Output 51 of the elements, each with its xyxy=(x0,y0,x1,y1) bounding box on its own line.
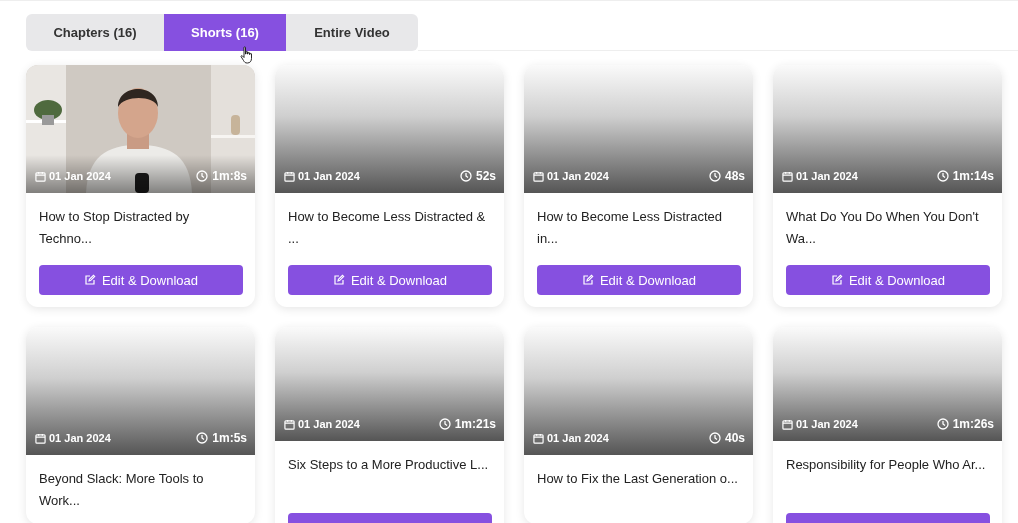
clock-icon xyxy=(708,432,721,444)
calendar-icon xyxy=(284,170,295,182)
date-label: 01 Jan 2024 xyxy=(49,432,111,444)
date-label: 01 Jan 2024 xyxy=(547,432,609,444)
duration-label: 1m:8s xyxy=(212,169,247,183)
calendar-icon xyxy=(782,418,793,430)
calendar-icon xyxy=(782,170,793,182)
video-title: Six Steps to a More Productive L... xyxy=(288,456,490,474)
calendar-icon xyxy=(35,432,46,444)
edit-download-button[interactable]: Edit & Download xyxy=(786,265,990,295)
date-label: 01 Jan 2024 xyxy=(796,170,858,182)
tab[interactable]: Entire Video xyxy=(286,14,418,51)
video-title: How to Become Less Distracted in... xyxy=(537,208,723,248)
video-title: Responsibility for People Who Ar... xyxy=(786,456,987,474)
date-label: 01 Jan 2024 xyxy=(796,418,858,430)
clock-icon xyxy=(438,418,451,430)
edit-download-button[interactable]: Edit & Download xyxy=(39,265,243,295)
date-label: 01 Jan 2024 xyxy=(298,418,360,430)
edit-icon xyxy=(581,274,594,286)
calendar-icon xyxy=(533,170,544,182)
calendar-icon xyxy=(284,418,295,430)
date-label: 01 Jan 2024 xyxy=(49,170,111,182)
clock-icon xyxy=(708,170,721,182)
hand-cursor-icon xyxy=(240,46,254,64)
video-title: How to Become Less Distracted & ... xyxy=(288,208,487,248)
duration-label: 52s xyxy=(475,169,496,183)
duration-label: 1m:14s xyxy=(952,169,994,183)
clock-icon xyxy=(459,170,472,182)
video-title: Beyond Slack: More Tools to Work... xyxy=(39,470,205,510)
video-title: How to Stop Distracted by Techno... xyxy=(39,208,191,248)
duration-label: 40s xyxy=(724,431,745,445)
edit-icon xyxy=(332,274,345,286)
edit-download-button[interactable]: Edit & Download xyxy=(537,265,741,295)
duration-label: 48s xyxy=(724,169,745,183)
date-label: 01 Jan 2024 xyxy=(298,170,360,182)
clock-icon xyxy=(936,170,949,182)
clock-icon xyxy=(936,418,949,430)
duration-label: 1m:21s xyxy=(454,417,496,431)
clock-icon xyxy=(196,170,209,182)
edit-icon xyxy=(83,274,96,286)
duration-label: 1m:5s xyxy=(212,431,247,445)
calendar-icon xyxy=(533,432,544,444)
video-title: How to Fix the Last Generation o... xyxy=(537,470,739,488)
tab[interactable]: Chapters (16) xyxy=(26,14,164,51)
edit-download-button[interactable]: Edit & Download xyxy=(288,265,492,295)
edit-icon xyxy=(830,274,843,286)
clock-icon xyxy=(196,432,209,444)
duration-label: 1m:26s xyxy=(952,417,994,431)
date-label: 01 Jan 2024 xyxy=(547,170,609,182)
video-title: What Do You Do When You Don't Wa... xyxy=(786,208,980,248)
calendar-icon xyxy=(35,170,46,182)
